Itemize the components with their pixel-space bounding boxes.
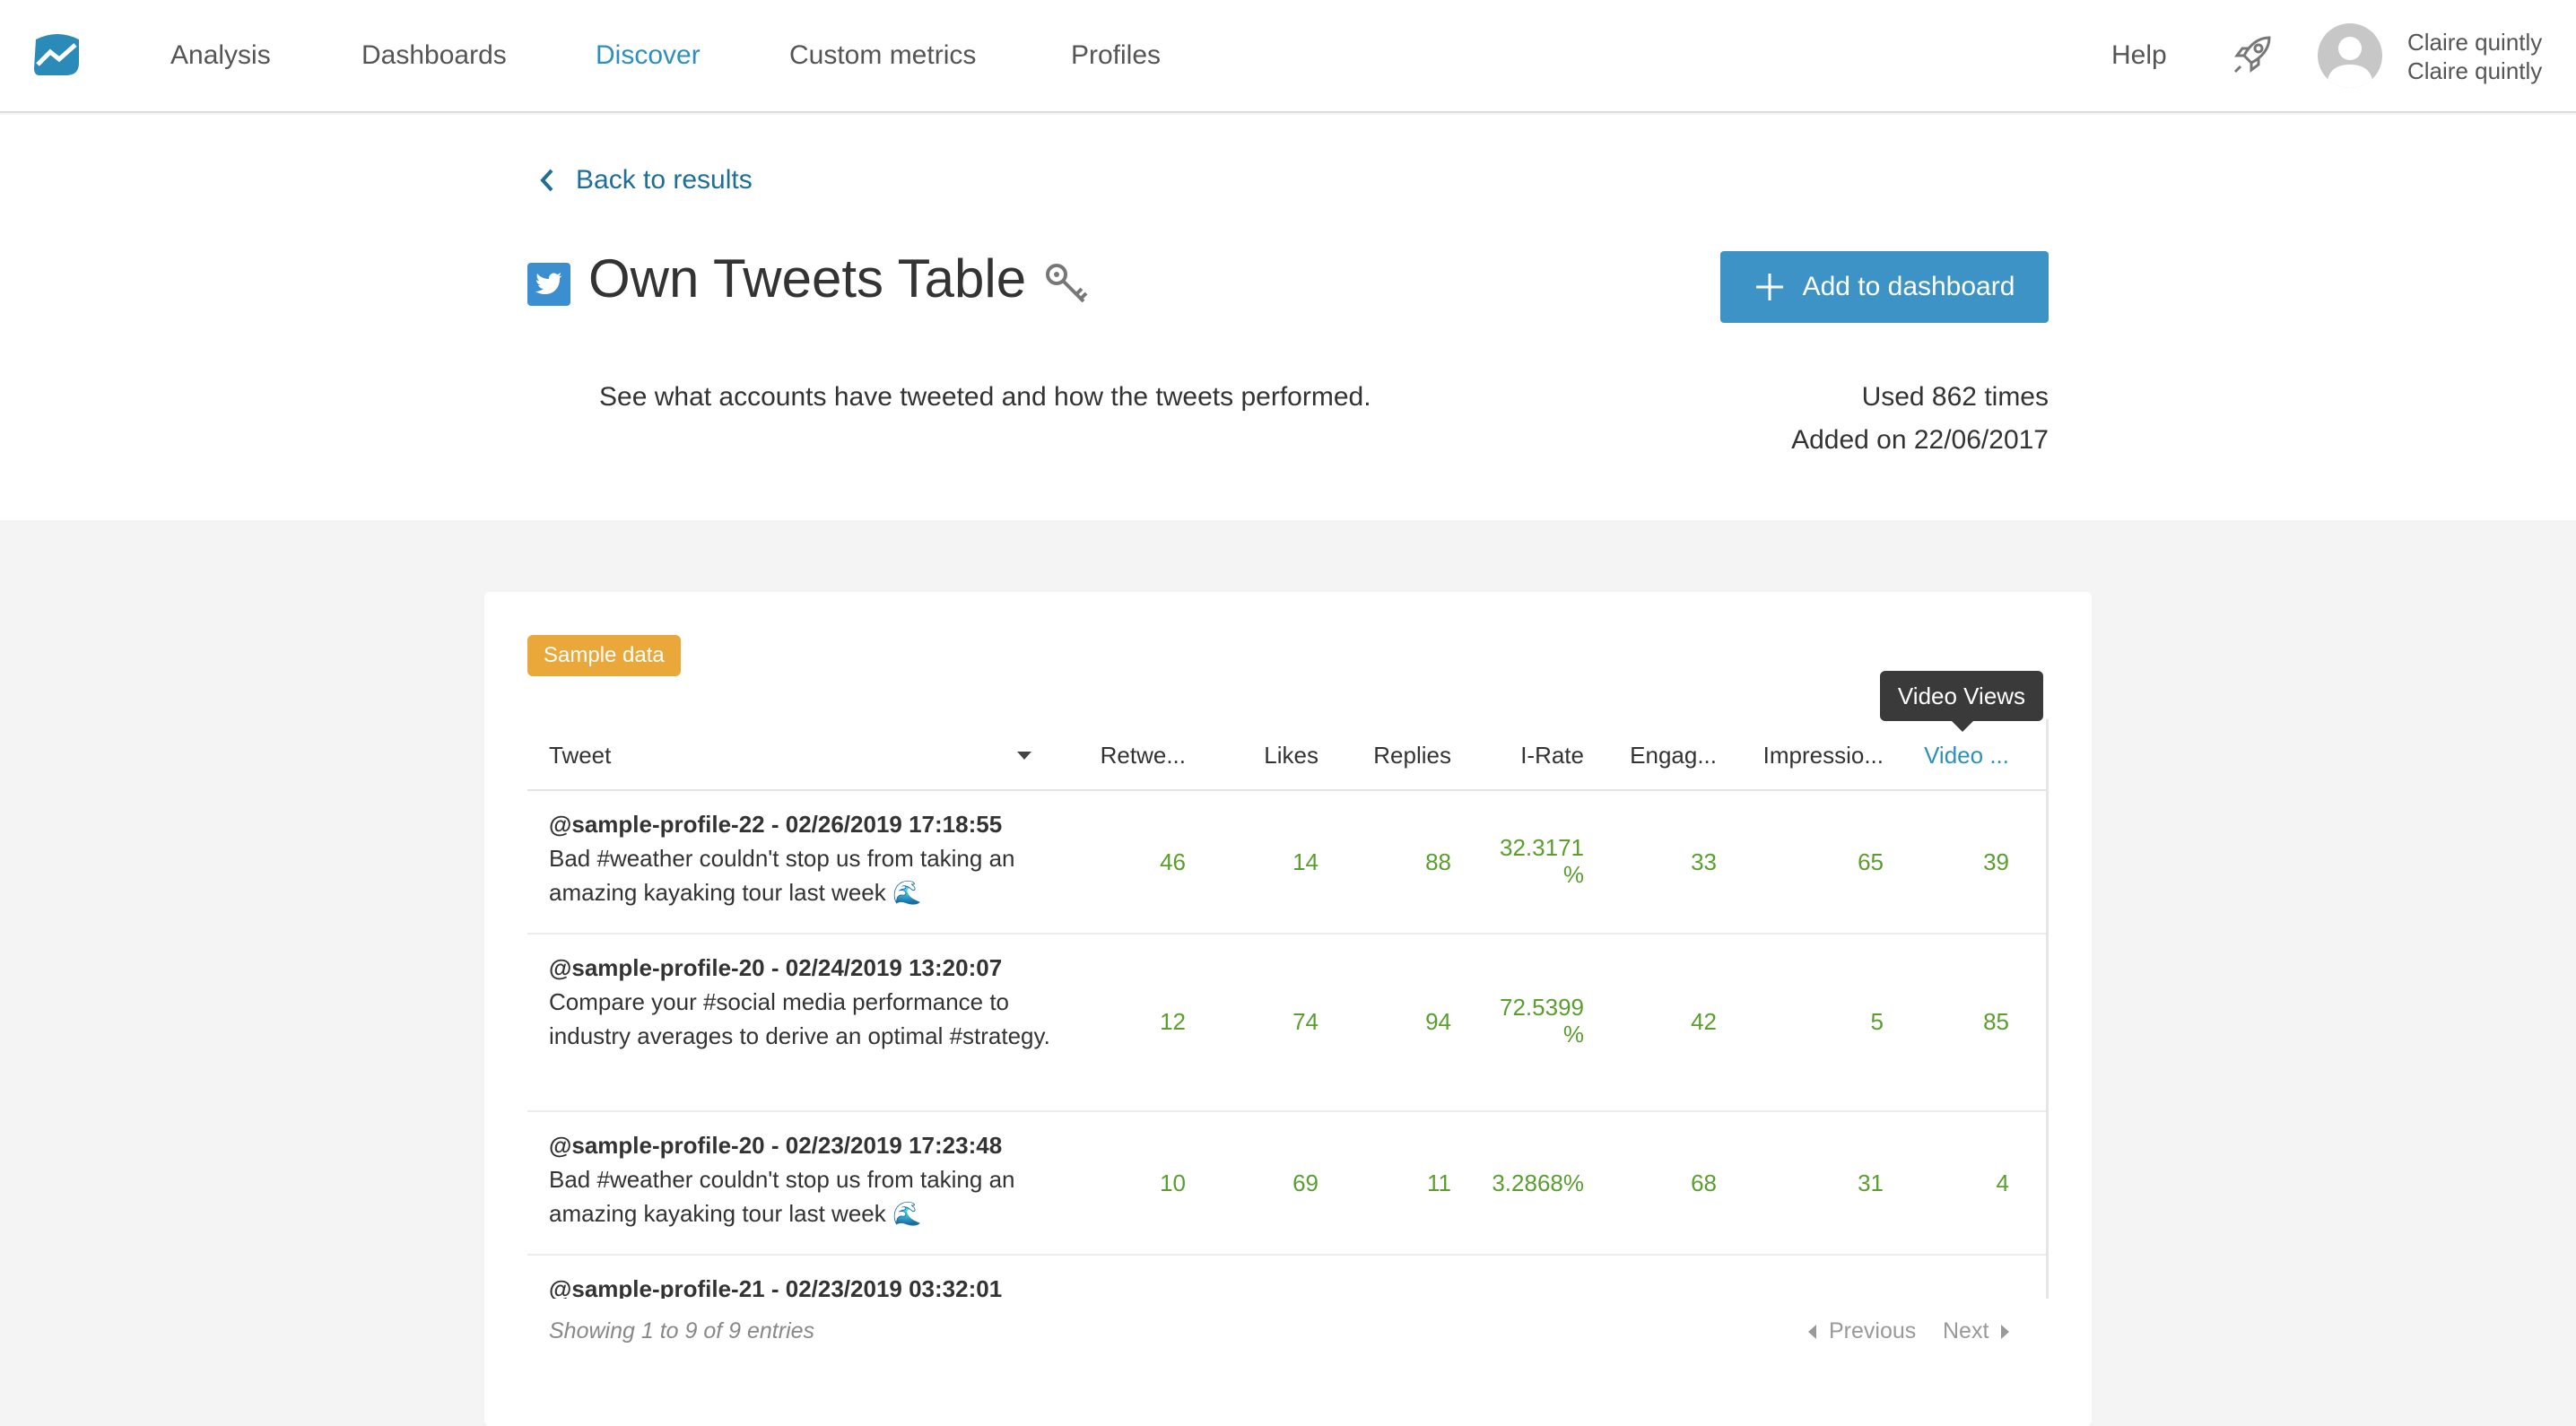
engagement-value: 33 [1691, 848, 1717, 875]
likes-value: 74 [1292, 1008, 1318, 1035]
engagement-value: 68 [1691, 1169, 1717, 1196]
column-engagement[interactable]: Engag... [1630, 719, 1717, 791]
impressions-value: 31 [1858, 1169, 1884, 1196]
column-tooltip: Video Views [1880, 671, 2043, 732]
impressions-value: 65 [1858, 848, 1884, 875]
column-retweets[interactable]: Retwe... [1101, 719, 1186, 791]
replies-value: 11 [1427, 1169, 1451, 1196]
nav-analysis[interactable]: Analysis [170, 0, 271, 111]
tweet-author-date: @sample-profile-21 - 02/23/2019 03:32:01 [549, 1275, 1003, 1299]
i-rate-value: 32.3171 % [1500, 834, 1584, 888]
column-tweet[interactable]: Tweet [549, 719, 611, 791]
tweet-author-date: @sample-profile-20 - 02/24/2019 13:20:07 [549, 954, 1003, 981]
tweet-text: Bad #weather couldn't stop us from takin… [549, 1166, 1015, 1227]
user-name[interactable]: Claire quintly [2407, 29, 2542, 57]
table-header: Tweet Retwe... Likes Replies I-Rate Enga… [527, 719, 2046, 791]
add-to-dashboard-label: Add to dashboard [1802, 272, 2015, 301]
sample-data-badge: Sample data [527, 635, 681, 676]
tweet-author-date: @sample-profile-20 - 02/23/2019 17:23:48 [549, 1132, 1003, 1159]
video-views-value: 85 [1983, 1008, 2009, 1035]
tweet-cell: @sample-profile-20 - 02/24/2019 13:20:07… [549, 951, 1051, 1053]
app-logo-icon[interactable] [30, 32, 84, 79]
page-title: Own Tweets Table [588, 248, 1027, 309]
i-rate-value: 72.5399 % [1500, 994, 1584, 1048]
tweet-text: Bad #weather couldn't stop us from takin… [549, 845, 1015, 906]
nav-custom-metrics[interactable]: Custom metrics [789, 0, 976, 111]
tweet-text: Compare your #social media performance t… [549, 988, 1050, 1049]
next-label: Next [1943, 1318, 1989, 1343]
video-views-value: 39 [1983, 848, 2009, 875]
i-rate-number: 32.3171 [1500, 834, 1584, 861]
entries-info: Showing 1 to 9 of 9 entries [549, 1318, 815, 1343]
retweets-value: 12 [1160, 1008, 1186, 1035]
caret-right-icon [2001, 1324, 2010, 1339]
top-navigation: Analysis Dashboards Discover Custom metr… [0, 0, 2576, 113]
nav-profiles[interactable]: Profiles [1071, 0, 1161, 111]
key-icon [1046, 264, 1088, 303]
column-replies[interactable]: Replies [1373, 719, 1451, 791]
likes-value: 14 [1292, 848, 1318, 875]
back-label: Back to results [576, 165, 753, 195]
nav-discover[interactable]: Discover [596, 0, 701, 111]
i-rate-unit: % [1562, 1021, 1584, 1048]
tweet-cell: @sample-profile-20 - 02/23/2019 17:23:48… [549, 1128, 1051, 1230]
column-likes[interactable]: Likes [1264, 719, 1318, 791]
i-rate-number: 3.2868% [1492, 1169, 1584, 1196]
added-date: Added on 22/06/2017 [1791, 425, 2049, 455]
previous-label: Previous [1829, 1318, 1917, 1343]
retweets-value: 10 [1160, 1169, 1186, 1196]
impressions-value: 5 [1870, 1008, 1884, 1035]
caret-left-icon [1808, 1324, 1816, 1339]
tweets-table[interactable]: Tweet Retwe... Likes Replies I-Rate Enga… [527, 719, 2049, 1299]
rocket-icon[interactable] [2228, 29, 2278, 79]
column-i-rate[interactable]: I-Rate [1520, 719, 1584, 791]
column-video-views[interactable]: Video ... [1924, 719, 2009, 791]
table-row[interactable]: @sample-profile-22 - 02/26/2019 17:18:55… [527, 791, 2046, 935]
add-to-dashboard-button[interactable]: Add to dashboard [1720, 251, 2049, 323]
video-views-value: 4 [1996, 1169, 2009, 1196]
retweets-value: 46 [1160, 848, 1186, 875]
sort-caret-icon[interactable] [1017, 752, 1031, 760]
table-row[interactable]: @sample-profile-21 - 02/23/2019 03:32:01 [527, 1256, 2046, 1299]
i-rate-number: 72.5399 [1500, 994, 1584, 1021]
next-page-button[interactable]: Next [1943, 1318, 2010, 1344]
table-row[interactable]: @sample-profile-20 - 02/23/2019 17:23:48… [527, 1112, 2046, 1256]
chevron-left-icon [540, 169, 553, 192]
metric-description: See what accounts have tweeted and how t… [599, 382, 1371, 412]
nav-dashboards[interactable]: Dashboards [361, 0, 507, 111]
user-silhouette-icon [2327, 37, 2373, 88]
usage-count: Used 862 times [1861, 382, 2049, 412]
metric-header: Back to results Own Tweets Table Add to … [0, 115, 2576, 520]
replies-value: 94 [1425, 1008, 1451, 1035]
back-to-results-link[interactable]: Back to results [538, 158, 753, 203]
i-rate-unit: % [1562, 861, 1584, 888]
help-link[interactable]: Help [2111, 0, 2167, 111]
tweet-author-date: @sample-profile-22 - 02/26/2019 17:18:55 [549, 811, 1003, 838]
plus-icon [1755, 274, 1783, 300]
twitter-icon [527, 263, 570, 306]
table-row[interactable]: @sample-profile-20 - 02/24/2019 13:20:07… [527, 935, 2046, 1112]
tweet-cell: @sample-profile-22 - 02/26/2019 17:18:55… [549, 807, 1051, 909]
table-card: Sample data Video Views Tweet Retwe... L… [484, 592, 2092, 1426]
column-impressions[interactable]: Impressio... [1763, 719, 1884, 791]
tweet-cell: @sample-profile-21 - 02/23/2019 03:32:01 [549, 1272, 1051, 1299]
user-subtitle: Claire quintly [2407, 57, 2543, 84]
likes-value: 69 [1292, 1169, 1318, 1196]
replies-value: 88 [1425, 848, 1451, 875]
previous-page-button[interactable]: Previous [1808, 1318, 1916, 1344]
engagement-value: 42 [1691, 1008, 1717, 1035]
user-avatar[interactable] [2318, 23, 2382, 88]
i-rate-value: 3.2868% [1492, 1169, 1584, 1196]
